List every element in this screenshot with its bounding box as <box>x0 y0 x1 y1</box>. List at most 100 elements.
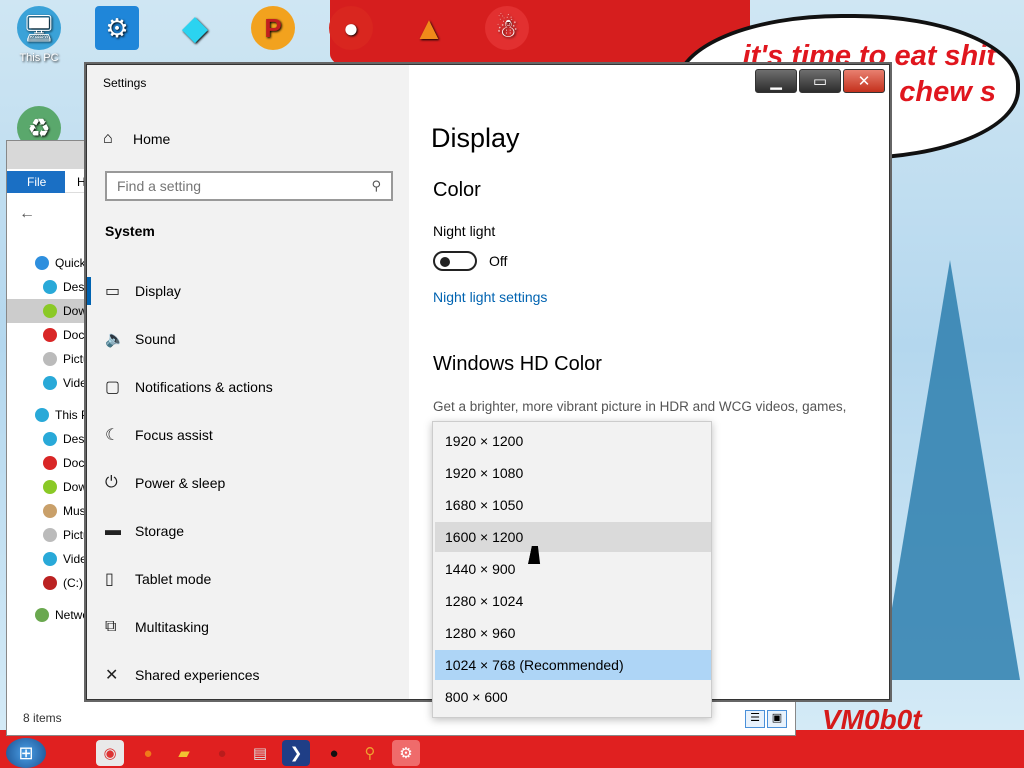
magnifier-icon: ⚲ <box>364 745 376 762</box>
resolution-option[interactable]: 1280 × 1024 <box>435 586 711 616</box>
taskbar-powershell[interactable]: ❯ <box>282 740 310 766</box>
tree-item-label: Quick <box>55 256 86 270</box>
tree-item[interactable]: Docu <box>43 323 91 347</box>
resolution-option[interactable]: 1920 × 1200 <box>435 426 711 456</box>
nav-item-notifications[interactable]: ▢ Notifications & actions <box>87 363 409 411</box>
nav-item-power-sleep[interactable]: ⏻ Power & sleep <box>87 459 409 507</box>
night-light-label: Night light <box>433 223 496 239</box>
tree-item[interactable]: Desk <box>43 275 90 299</box>
desktop-icon-this-pc[interactable]: 🖥 This PC <box>4 6 74 64</box>
taskbar-file-explorer[interactable]: ▰ <box>170 740 198 766</box>
explorer-home-tab[interactable]: H <box>77 171 86 193</box>
resolution-option-hovered[interactable]: 1600 × 1200 <box>435 522 711 552</box>
desktop-icon-settings[interactable]: ⚙ <box>82 6 152 52</box>
storage-icon: ▬ <box>105 522 121 539</box>
tree-item-label: Vide <box>63 552 87 566</box>
tree-item[interactable]: Pictu <box>43 523 90 547</box>
resolution-option[interactable]: 1680 × 1050 <box>435 490 711 520</box>
computer-icon <box>35 408 49 422</box>
tree-item-label: Vide <box>63 376 87 390</box>
pictures-icon <box>43 528 57 542</box>
tree-item[interactable]: Docu <box>43 451 91 475</box>
resolution-option[interactable]: 1280 × 960 <box>435 618 711 648</box>
desktop-icon-vlc[interactable]: ▲ <box>394 6 464 52</box>
resolution-option[interactable]: 1920 × 1080 <box>435 458 711 488</box>
nav-item-label: Display <box>135 283 181 299</box>
maximize-button[interactable]: ▭ <box>799 69 841 93</box>
nav-item-label: Multitasking <box>135 619 209 635</box>
view-toggle[interactable]: ☰ ▣ <box>745 710 791 730</box>
resolution-option-selected[interactable]: 1024 × 768 (Recommended) <box>435 650 711 680</box>
desktop-icon-angry-birds[interactable]: ● <box>316 6 386 52</box>
minimize-button[interactable]: ▁ <box>755 69 797 93</box>
nav-item-sound[interactable]: 🔈 Sound <box>87 315 409 363</box>
wallpaper-tree <box>880 260 1020 680</box>
nav-item-display[interactable]: ▭ Display <box>87 267 409 315</box>
taskbar-app[interactable]: ▤ <box>246 740 274 766</box>
resolution-dropdown-list[interactable]: 1920 × 1200 1920 × 1080 1680 × 1050 1600… <box>432 421 712 718</box>
details-view-icon[interactable]: ☰ <box>745 710 765 728</box>
resolution-option[interactable]: 800 × 600 <box>435 682 711 712</box>
tree-item[interactable]: Pictu <box>43 347 90 371</box>
home-link[interactable]: ⌂ Home <box>103 127 170 151</box>
taskbar-firefox[interactable]: ● <box>134 740 162 766</box>
resolution-option[interactable]: 1440 × 900 <box>435 554 711 584</box>
start-button[interactable]: ⊞ <box>6 738 46 768</box>
tree-item[interactable]: Dow <box>7 299 87 323</box>
large-icons-view-icon[interactable]: ▣ <box>767 710 787 728</box>
tree-item[interactable]: Mus <box>43 499 86 523</box>
taskbar-app[interactable]: ● <box>320 740 348 766</box>
tree-item-label: Mus <box>63 504 86 518</box>
nav-item-shared-experiences[interactable]: ✕ Shared experiences <box>87 651 409 699</box>
explorer-file-tab[interactable]: File <box>7 171 65 193</box>
angry-bird-icon: ● <box>329 6 373 50</box>
taskbar-settings[interactable]: ⚙ <box>392 740 420 766</box>
tree-item[interactable]: Vide <box>43 371 87 395</box>
tree-item[interactable]: Netwo <box>35 603 89 627</box>
night-light-settings-link[interactable]: Night light settings <box>433 289 547 305</box>
section-heading-color: Color <box>433 179 481 201</box>
tree-item-label: Dow <box>63 480 88 494</box>
desktop-icon-label: This PC <box>19 52 59 64</box>
tree-item[interactable]: Vide <box>43 547 87 571</box>
taskbar-search-app[interactable]: ⚲ <box>356 740 384 766</box>
nav-item-focus-assist[interactable]: ☾ Focus assist <box>87 411 409 459</box>
tree-item-label: (C:) <box>63 576 83 590</box>
nav-item-label: Storage <box>135 523 185 539</box>
desktop-icon-santa[interactable]: ☃ <box>472 6 542 52</box>
taskbar-app[interactable]: ● <box>208 740 236 766</box>
documents-icon <box>43 328 57 342</box>
taskbar-chrome[interactable]: ◉ <box>96 740 124 766</box>
powershell-icon: ❯ <box>289 745 303 762</box>
search-input[interactable] <box>117 178 357 194</box>
hd-color-description: Get a brighter, more vibrant picture in … <box>433 399 847 414</box>
night-light-toggle[interactable] <box>433 251 477 271</box>
tree-item[interactable]: This P <box>35 403 89 427</box>
monitor-icon: 🖥 <box>17 6 61 50</box>
desktop-icon-diamond[interactable]: ◆ <box>160 6 230 52</box>
multitasking-icon: ⧉ <box>105 618 117 635</box>
window-title: Settings <box>103 76 147 90</box>
nav-item-label: Sound <box>135 331 176 347</box>
desktop-icon-p-app[interactable]: P <box>238 6 308 52</box>
pictures-icon <box>43 352 57 366</box>
desktop-icon <box>43 280 57 294</box>
back-arrow-icon[interactable]: ← <box>19 205 35 223</box>
gear-icon: ⚙ <box>399 745 413 762</box>
category-heading: System <box>105 223 155 239</box>
tree-item[interactable]: Quick <box>35 251 86 275</box>
nav-item-label: Notifications & actions <box>135 379 273 395</box>
documents-icon <box>43 456 57 470</box>
tree-item[interactable]: (C:) <box>43 571 83 595</box>
tree-item-label: This P <box>55 408 90 422</box>
search-box[interactable]: ⚲ <box>105 171 393 201</box>
videos-icon <box>43 376 57 390</box>
nav-item-tablet-mode[interactable]: ▯ Tablet mode <box>87 555 409 603</box>
nav-item-storage[interactable]: ▬ Storage <box>87 507 409 555</box>
nav-item-multitasking[interactable]: ⧉ Multitasking <box>87 603 409 651</box>
tree-item[interactable]: Desk <box>43 427 90 451</box>
home-label: Home <box>133 131 171 147</box>
tree-item[interactable]: Dow <box>43 475 87 499</box>
speaker-icon: 🔈 <box>105 331 125 348</box>
close-button[interactable]: ✕ <box>843 69 885 93</box>
